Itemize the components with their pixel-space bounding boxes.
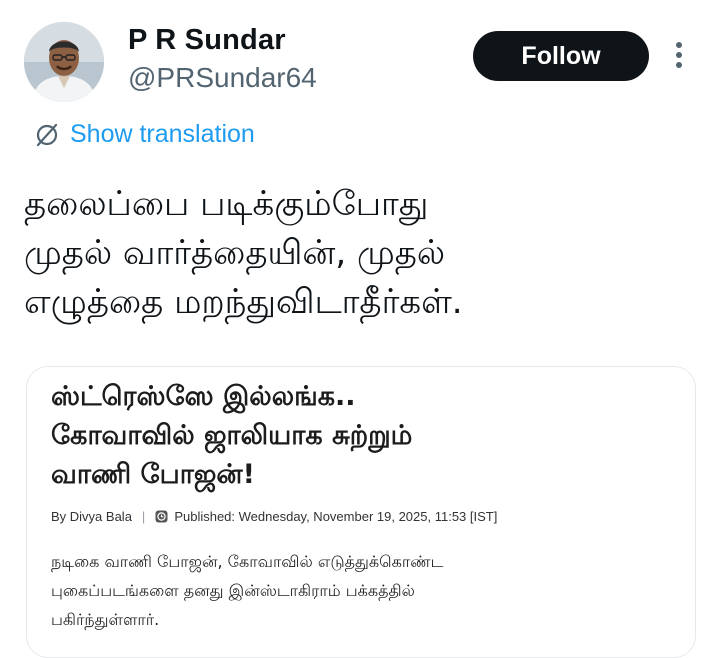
tweet-text-line: முதல் வார்த்தையின், முதல் [24,233,446,273]
author-display-name[interactable]: P R Sundar [128,24,286,57]
article-card[interactable]: ஸ்ட்ரெஸ்ஸே இல்லங்க.. கோவாவில் ஜாலியாக சு… [26,366,696,658]
headline-line: ஸ்ட்ரெஸ்ஸே இல்லங்க.. [51,381,356,412]
article-byline: By Divya Bala | Published: Wednesday, No… [51,509,497,524]
summary-line: புகைப்படங்களை தனது இன்ஸ்டாகிராம் பக்கத்த… [51,581,415,600]
show-translation-link[interactable]: Show translation [34,120,255,149]
byline-separator: | [141,509,146,524]
avatar[interactable] [24,22,104,102]
article-headline: ஸ்ட்ரெஸ்ஸே இல்லங்க.. கோவாவில் ஜாலியாக சு… [51,377,671,494]
published-date: Published: Wednesday, November 19, 2025,… [174,509,498,524]
author-handle[interactable]: @PRSundar64 [128,62,317,94]
tweet-text: தலைப்பை படிக்கும்போது முதல் வார்த்தையின்… [24,180,664,327]
follow-button[interactable]: Follow [473,31,649,81]
person-avatar-icon [24,22,104,102]
more-options-icon[interactable] [671,40,687,72]
headline-line: வாணி போஜன்! [51,459,255,490]
author-byline: By Divya Bala [51,509,132,524]
headline-line: கோவாவில் ஜாலியாக சுற்றும் [51,420,413,451]
article-summary: நடிகை வாணி போஜன், கோவாவில் எடுத்துக்கொண்… [51,547,671,634]
tweet-text-line: தலைப்பை படிக்கும்போது [24,184,429,224]
summary-line: நடிகை வாணி போஜன், கோவாவில் எடுத்துக்கொண்… [51,552,444,571]
clock-icon [155,510,168,523]
show-translation-label: Show translation [70,120,255,148]
globe-slash-icon [36,123,58,146]
tweet-text-line: எழுத்தை மறந்துவிடாதீர்கள். [24,282,463,322]
summary-line: பகிர்ந்துள்ளார். [51,610,160,629]
